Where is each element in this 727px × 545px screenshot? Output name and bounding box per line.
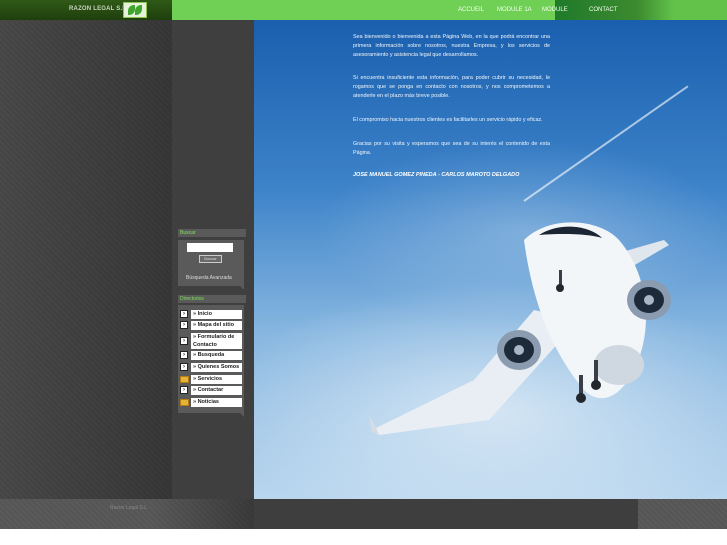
folder-icon — [180, 399, 189, 406]
advanced-search-link[interactable]: Búsqueda Avanzada — [186, 275, 232, 281]
nav-accueil[interactable]: ACCUEIL — [458, 7, 484, 13]
contact-paragraph: Si encuentra insuficiente esta informaci… — [353, 75, 550, 99]
arrow-icon: › — [180, 363, 188, 371]
search-widget-corner — [240, 286, 244, 290]
commitment-paragraph: El compromiso hacia nuestros clientes es… — [353, 117, 543, 123]
search-button[interactable]: Buscar — [199, 255, 222, 263]
footer-left — [0, 499, 254, 529]
thanks-paragraph: Gracias por su visita y esperamos que se… — [353, 141, 550, 156]
nav-module[interactable]: MODULE — [542, 7, 568, 13]
arrow-icon: › — [180, 337, 188, 345]
menu-item-label: » Formulario de Contacto — [191, 333, 242, 349]
footer-text: Razon Legal S.L — [110, 505, 147, 511]
nav-module-1a[interactable]: MODULE 1A — [497, 7, 532, 13]
signature: JOSE MANUEL GOMEZ PINEDA - CARLOS MAROTO… — [353, 172, 520, 178]
header-accent-fade — [638, 0, 727, 20]
menu-widget-corner — [240, 413, 244, 417]
menu-item-label: » Noticias — [191, 398, 242, 407]
search-input[interactable] — [187, 243, 233, 252]
arrow-icon: › — [180, 310, 188, 318]
brand-name: RAZON LEGAL S.L — [69, 6, 127, 12]
left-background — [0, 20, 172, 499]
menu-item-label: » Inicio — [191, 310, 242, 319]
arrow-icon: › — [180, 351, 188, 359]
menu-item-label: » Quienes Somos — [191, 363, 242, 372]
welcome-paragraph: Sea bienvenido o bienvenida a esta Págin… — [353, 34, 550, 58]
leaf-logo-icon[interactable] — [123, 2, 147, 18]
nav-contact[interactable]: CONTACT — [589, 7, 618, 13]
menu-item-label: » Contactar — [191, 386, 242, 395]
footer-right — [638, 499, 727, 529]
menu-item-label: » Busqueda — [191, 351, 242, 360]
menu-item-label: » Servicios — [191, 375, 242, 384]
airplane-icon — [369, 222, 671, 435]
search-widget-title: Buscar — [178, 229, 246, 237]
page-bottom — [0, 529, 727, 545]
arrow-icon: › — [180, 386, 188, 394]
folder-icon — [180, 376, 189, 383]
footer-center — [254, 499, 638, 529]
arrow-icon: › — [180, 321, 188, 329]
menu-item-label: » Mapa del sitio — [191, 321, 242, 330]
menu-widget-title: Directorios — [178, 295, 246, 303]
